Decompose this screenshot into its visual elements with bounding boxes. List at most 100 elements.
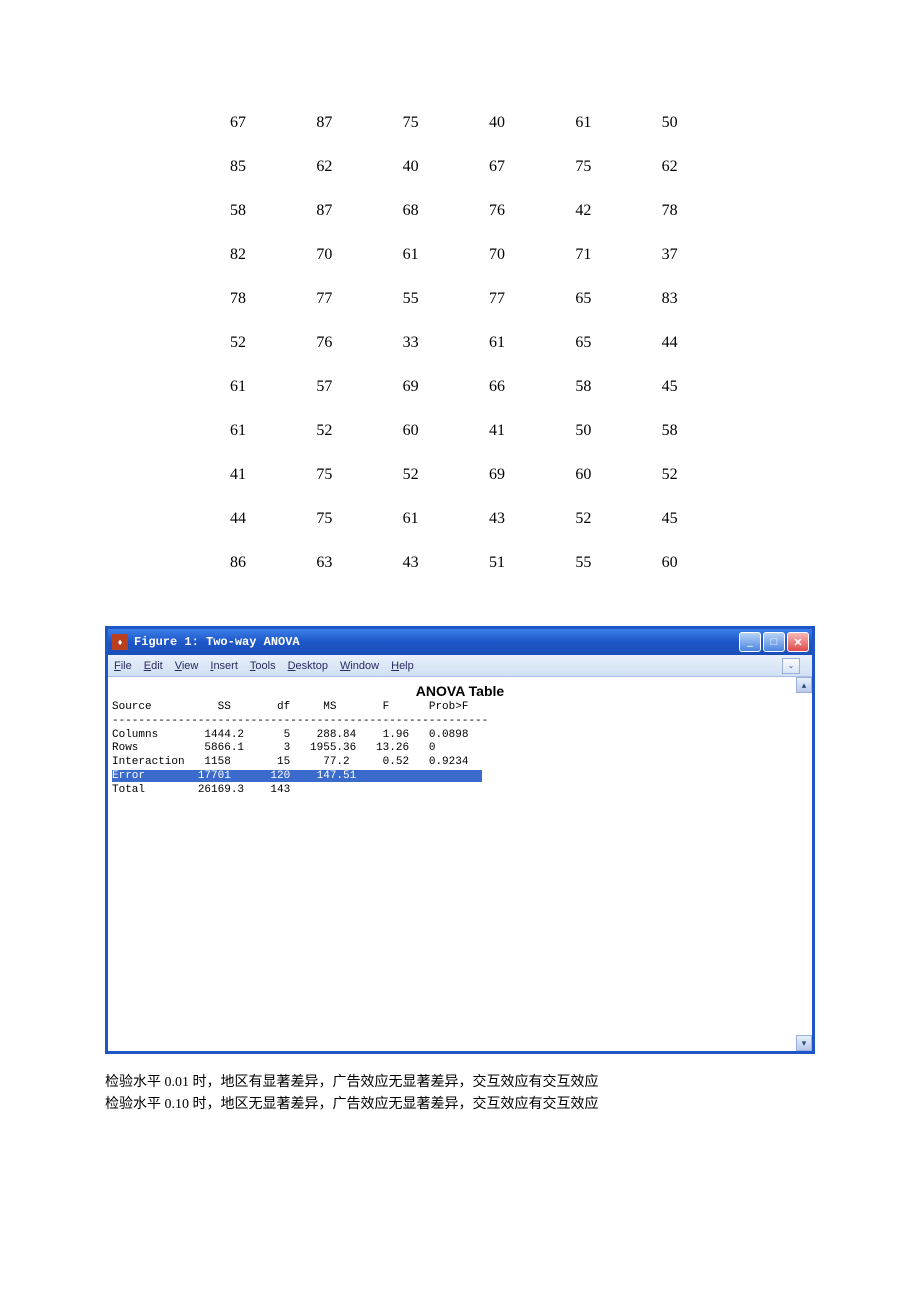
table-cell: 52 (547, 498, 631, 540)
table-cell: 68 (375, 190, 459, 232)
footer-line-1: 检验水平 0.01 时，地区有显著差异，广告效应无显著差异，交互效应有交互效应 (105, 1072, 815, 1094)
anova-body: Source SS df MS F Prob>F ---------------… (108, 701, 812, 797)
table-cell: 61 (375, 234, 459, 276)
table-cell: 58 (547, 366, 631, 408)
table-cell: 45 (634, 498, 718, 540)
menubar: File Edit View Insert Tools Desktop Wind… (108, 655, 812, 677)
scroll-up-button[interactable]: ▴ (796, 677, 812, 693)
table-cell: 52 (288, 410, 372, 452)
anova-divider: ----------------------------------------… (112, 715, 488, 727)
table-cell: 78 (202, 278, 286, 320)
menu-desktop[interactable]: Desktop (288, 660, 328, 672)
menu-insert[interactable]: Insert (210, 660, 238, 672)
table-cell: 61 (202, 366, 286, 408)
close-button[interactable]: ✕ (787, 632, 809, 652)
table-cell: 87 (288, 102, 372, 144)
table-row: 787755776583 (202, 278, 718, 320)
data-table-body: 6787754061508562406775625887687642788270… (202, 102, 718, 584)
table-cell: 62 (634, 146, 718, 188)
table-cell: 86 (202, 542, 286, 584)
anova-row-rows[interactable]: Rows 5866.1 3 1955.36 13.26 0 (112, 742, 435, 754)
minimize-button[interactable]: _ (739, 632, 761, 652)
table-cell: 61 (202, 410, 286, 452)
table-cell: 41 (202, 454, 286, 496)
dock-dropdown-icon[interactable]: ⌄ (782, 658, 800, 674)
table-cell: 43 (461, 498, 545, 540)
window-title: Figure 1: Two-way ANOVA (134, 635, 300, 649)
table-cell: 50 (547, 410, 631, 452)
table-cell: 83 (634, 278, 718, 320)
table-cell: 82 (202, 234, 286, 276)
table-cell: 55 (375, 278, 459, 320)
table-cell: 40 (375, 146, 459, 188)
table-cell: 66 (461, 366, 545, 408)
table-row: 856240677562 (202, 146, 718, 188)
table-cell: 58 (202, 190, 286, 232)
data-table: 6787754061508562406775625887687642788270… (200, 100, 720, 586)
table-cell: 71 (547, 234, 631, 276)
figure-window: ♦ Figure 1: Two-way ANOVA _ □ ✕ File Edi… (105, 626, 815, 1054)
table-cell: 41 (461, 410, 545, 452)
table-cell: 87 (288, 190, 372, 232)
table-row: 615769665845 (202, 366, 718, 408)
table-cell: 65 (547, 322, 631, 364)
footer-text: 检验水平 0.01 时，地区有显著差异，广告效应无显著差异，交互效应有交互效应 … (105, 1072, 815, 1117)
anova-title: ANOVA Table (108, 677, 812, 701)
table-cell: 76 (288, 322, 372, 364)
table-cell: 69 (461, 454, 545, 496)
table-row: 827061707137 (202, 234, 718, 276)
table-cell: 62 (288, 146, 372, 188)
table-cell: 57 (288, 366, 372, 408)
table-cell: 52 (375, 454, 459, 496)
menu-view[interactable]: View (175, 660, 199, 672)
menu-file[interactable]: File (114, 660, 132, 672)
table-cell: 45 (634, 366, 718, 408)
table-cell: 70 (288, 234, 372, 276)
table-cell: 75 (288, 454, 372, 496)
table-cell: 51 (461, 542, 545, 584)
table-cell: 76 (461, 190, 545, 232)
window-controls: _ □ ✕ (739, 632, 812, 652)
table-cell: 75 (375, 102, 459, 144)
table-cell: 67 (461, 146, 545, 188)
table-cell: 37 (634, 234, 718, 276)
table-cell: 75 (547, 146, 631, 188)
anova-row-interaction[interactable]: Interaction 1158 15 77.2 0.52 0.9234 (112, 756, 468, 768)
anova-row-error-selected[interactable]: Error 17701 120 147.51 (112, 770, 482, 782)
table-cell: 43 (375, 542, 459, 584)
table-cell: 75 (288, 498, 372, 540)
table-row: 615260415058 (202, 410, 718, 452)
table-cell: 61 (461, 322, 545, 364)
titlebar[interactable]: ♦ Figure 1: Two-way ANOVA _ □ ✕ (108, 629, 812, 655)
content-area: ▴ ANOVA Table Source SS df MS F Prob>F -… (108, 677, 812, 1051)
scroll-down-button[interactable]: ▾ (796, 1035, 812, 1051)
table-cell: 61 (375, 498, 459, 540)
menu-help[interactable]: Help (391, 660, 414, 672)
table-cell: 61 (547, 102, 631, 144)
table-cell: 55 (547, 542, 631, 584)
table-row: 588768764278 (202, 190, 718, 232)
table-cell: 67 (202, 102, 286, 144)
table-cell: 52 (202, 322, 286, 364)
table-cell: 69 (375, 366, 459, 408)
table-cell: 44 (634, 322, 718, 364)
table-cell: 50 (634, 102, 718, 144)
anova-header: Source SS df MS F Prob>F (112, 701, 468, 713)
maximize-button[interactable]: □ (763, 632, 785, 652)
menu-edit[interactable]: Edit (144, 660, 163, 672)
anova-row-columns[interactable]: Columns 1444.2 5 288.84 1.96 0.0898 (112, 729, 468, 741)
matlab-icon: ♦ (112, 634, 128, 650)
table-cell: 40 (461, 102, 545, 144)
menu-window[interactable]: Window (340, 660, 379, 672)
table-cell: 33 (375, 322, 459, 364)
table-cell: 77 (288, 278, 372, 320)
anova-row-total[interactable]: Total 26169.3 143 (112, 784, 290, 796)
table-cell: 77 (461, 278, 545, 320)
table-row: 678775406150 (202, 102, 718, 144)
table-cell: 70 (461, 234, 545, 276)
table-cell: 85 (202, 146, 286, 188)
menu-tools[interactable]: Tools (250, 660, 276, 672)
footer-line-2: 检验水平 0.10 时，地区无显著差异，广告效应无显著差异，交互效应有交互效应 (105, 1094, 815, 1116)
table-row: 447561435245 (202, 498, 718, 540)
table-cell: 78 (634, 190, 718, 232)
